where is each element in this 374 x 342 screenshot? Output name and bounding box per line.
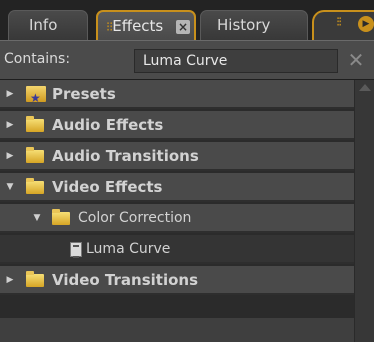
tree-item-label: Luma Curve [86,241,171,257]
tab-history-label: History [217,16,271,34]
folder-icon [26,271,44,287]
tree-item-label: Video Effects [52,178,163,196]
tree-item-label: Audio Effects [52,116,164,134]
effects-tree: ▶ Presets ▶ Audio Effects ▶ Audio Transi… [0,80,354,342]
search-input[interactable] [134,49,338,73]
vertical-scrollbar[interactable] [354,80,374,342]
expand-arrow-icon[interactable]: ▶ [5,266,15,294]
search-label: Contains: [4,51,71,67]
tree-item-label: Audio Transitions [52,147,199,165]
expand-arrow-icon[interactable]: ▶ [5,111,15,139]
effect-icon [70,242,82,258]
collapse-arrow-icon[interactable]: ▼ [5,173,15,201]
panel-tab-bar: Info ⁝⁝Effects × History ⁝⁝ ▶ [0,0,374,40]
tree-item-video-transitions[interactable]: ▶ Video Transitions [0,266,354,295]
tab-info[interactable]: Info [8,10,88,40]
folder-icon [26,147,44,163]
preset-bin-icon [26,84,46,112]
collapse-arrow-icon[interactable]: ▼ [32,204,42,232]
panel-menu-icon[interactable]: ▶ [358,16,374,32]
grip-icon: ⁝⁝ [336,15,342,30]
tree-item-luma-curve[interactable]: Luma Curve [0,235,354,264]
tab-effects-label: Effects [112,17,164,35]
tree-item-audio-effects[interactable]: ▶ Audio Effects [0,111,354,140]
tree-item-label: Presets [52,85,116,103]
tree-item-label: Video Transitions [52,271,199,289]
tree-item-label: Color Correction [78,210,192,226]
folder-icon [26,116,44,132]
search-bar: Contains: ✕ [0,40,374,80]
tree-item-audio-transitions[interactable]: ▶ Audio Transitions [0,142,354,171]
panel-menu-area: ⁝⁝ ▶ [312,10,374,40]
tree-item-presets[interactable]: ▶ Presets [0,80,354,112]
tree-item-video-effects[interactable]: ▼ Video Effects [0,173,354,202]
tree-empty-area [0,318,354,342]
tab-effects[interactable]: ⁝⁝Effects × [96,10,196,40]
tab-info-label: Info [29,16,58,34]
tree-item-color-correction[interactable]: ▼ Color Correction [0,204,354,233]
expand-arrow-icon[interactable]: ▶ [5,80,15,108]
clear-search-icon[interactable]: ✕ [346,49,366,73]
expand-arrow-icon[interactable]: ▶ [5,142,15,170]
close-icon[interactable]: × [176,19,191,34]
scroll-up-icon[interactable] [359,84,371,91]
folder-icon [26,178,44,194]
folder-icon [52,209,70,225]
tab-history[interactable]: History [200,10,308,40]
